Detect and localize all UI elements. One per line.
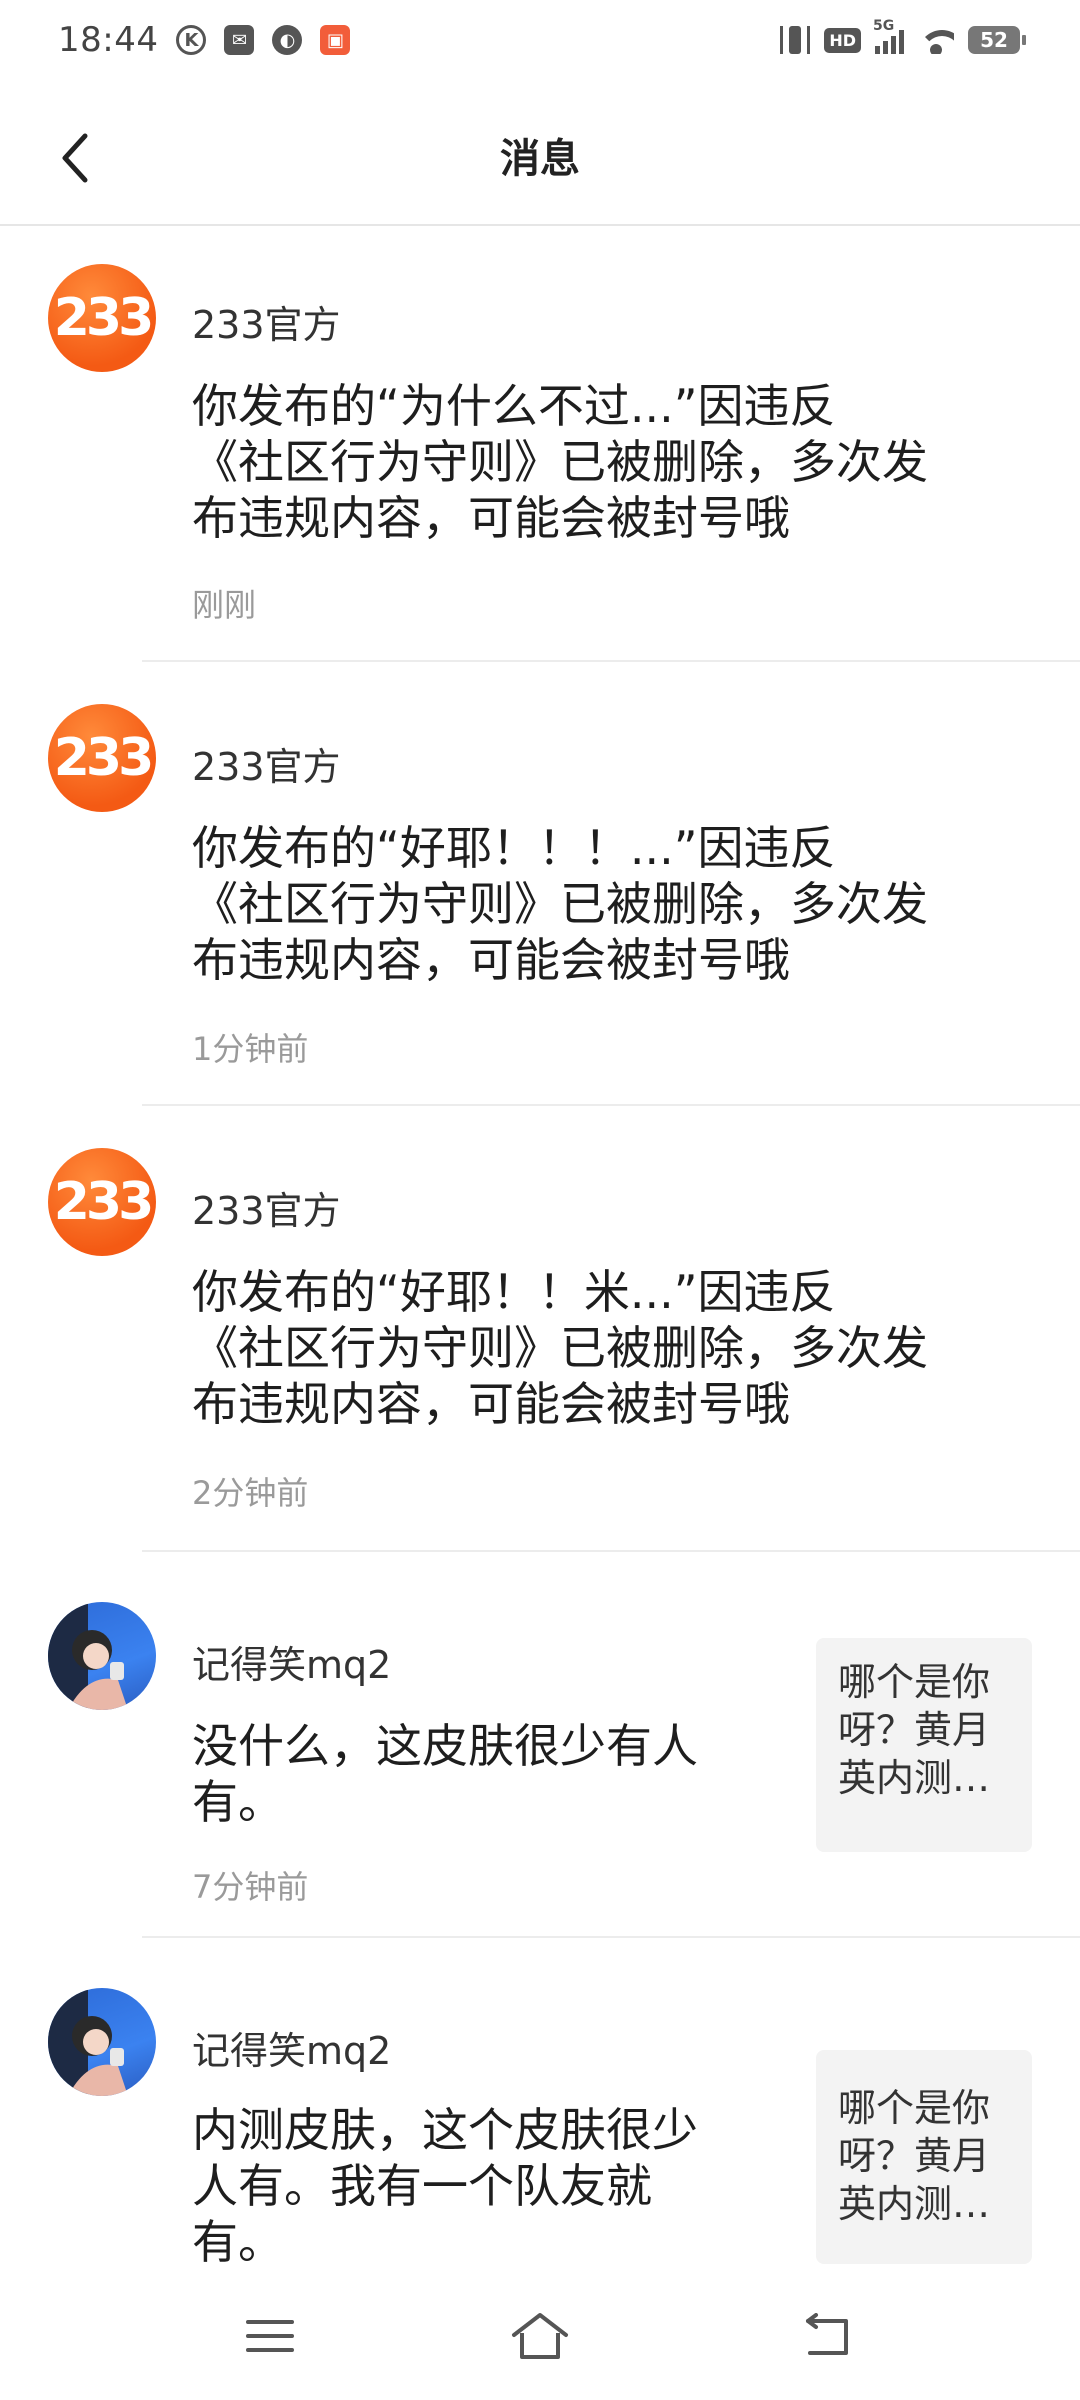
mail-icon: ✉	[224, 25, 255, 55]
message-line: 布违规内容，可能会被封号哦	[192, 1377, 790, 1431]
message-line: 《社区行为守则》已被删除，多次发	[192, 435, 928, 489]
network-type-label: 5G	[873, 18, 895, 34]
system-nav-bar	[0, 2272, 1080, 2400]
quoted-post-card[interactable]: 哪个是你 呀？黄月 英内测…	[816, 1638, 1032, 1852]
official-avatar[interactable]: 233	[48, 1148, 156, 1256]
sender-name: 记得笑mq2	[192, 1643, 392, 1687]
compass-icon: ◐	[272, 25, 303, 55]
message-content: 没什么，这皮肤很少有人 有。	[192, 1718, 698, 1830]
sender-name: 233官方	[192, 745, 341, 789]
message-line: 内测皮肤，这个皮肤很少	[192, 2103, 698, 2157]
status-left: 18:44 K ✉ ◐ ▣	[58, 20, 351, 60]
message-line: 没什么，这皮肤很少有人	[192, 1719, 698, 1773]
message-line: 你发布的“好耶！！米...”因违反	[192, 1265, 836, 1319]
return-icon	[806, 2313, 848, 2355]
message-item[interactable]: 233 233官方 你发布的“好耶！！米...”因违反 《社区行为守则》已被删除…	[0, 1106, 1080, 1552]
sender-name: 233官方	[192, 1189, 341, 1233]
status-right: HD 5G 52	[780, 18, 1026, 54]
message-time: 2分钟前	[192, 1474, 309, 1512]
message-content: 你发布的“为什么不过...”因违反 《社区行为守则》已被删除，多次发 布违规内容…	[192, 378, 928, 546]
home-button[interactable]	[500, 2300, 580, 2372]
quoted-post-card[interactable]: 哪个是你 呀？黄月 英内测…	[816, 2050, 1032, 2264]
message-line: 你发布的“为什么不过...”因违反	[192, 379, 836, 433]
message-line: 你发布的“好耶！！！...”因违反	[192, 821, 836, 875]
app-notification-icon: ▣	[320, 25, 351, 55]
hd-icon: HD	[824, 27, 861, 53]
message-time: 刚刚	[192, 586, 257, 624]
message-content: 内测皮肤，这个皮肤很少 人有。我有一个队友就 有。	[192, 2102, 698, 2270]
page-title: 消息	[500, 136, 580, 182]
message-item[interactable]: 记得笑mq2 内测皮肤，这个皮肤很少 人有。我有一个队友就 有。 哪个是你 呀？…	[0, 1938, 1080, 2298]
message-content: 你发布的“好耶！！！...”因违反 《社区行为守则》已被删除，多次发 布违规内容…	[192, 820, 928, 988]
wifi-icon	[918, 26, 954, 54]
quote-line: 哪个是你	[838, 2086, 991, 2130]
status-bar: 18:44 K ✉ ◐ ▣ HD 5G 52	[0, 0, 1080, 80]
avatar-logo-text: 233	[53, 288, 155, 348]
quote-line: 哪个是你	[838, 1660, 991, 1704]
message-line: 有。	[192, 1775, 284, 1829]
message-list: 233 233官方 你发布的“为什么不过...”因违反 《社区行为守则》已被删除…	[0, 228, 1080, 2298]
message-time: 1分钟前	[192, 1030, 309, 1068]
avatar-logo-text: 233	[53, 728, 155, 788]
message-line: 人有。我有一个队友就	[192, 2159, 652, 2213]
sender-name: 记得笑mq2	[192, 2029, 392, 2073]
user-avatar[interactable]	[48, 1602, 156, 1710]
home-icon	[512, 2313, 568, 2359]
message-line: 《社区行为守则》已被删除，多次发	[192, 877, 928, 931]
menu-icon	[246, 2320, 294, 2352]
header-bar: 消息	[0, 96, 1080, 226]
avatar-logo-text: 233	[53, 1172, 155, 1232]
messages-screen: 18:44 K ✉ ◐ ▣ HD 5G 52 消息 233 233官方 你发布的…	[0, 0, 1080, 2400]
menu-button[interactable]	[230, 2300, 310, 2372]
signal-icon: 5G	[873, 18, 904, 54]
message-line: 有。	[192, 2215, 284, 2269]
battery-icon: 52	[968, 26, 1026, 54]
official-avatar[interactable]: 233	[48, 704, 156, 812]
quote-line: 英内测…	[838, 1756, 991, 1800]
official-avatar[interactable]: 233	[48, 264, 156, 372]
user-avatar[interactable]	[48, 1988, 156, 2096]
message-line: 布违规内容，可能会被封号哦	[192, 933, 790, 987]
message-time: 7分钟前	[192, 1868, 309, 1906]
message-line: 布违规内容，可能会被封号哦	[192, 491, 790, 545]
back-nav-button[interactable]	[786, 2300, 866, 2372]
message-content: 你发布的“好耶！！米...”因违反 《社区行为守则》已被删除，多次发 布违规内容…	[192, 1264, 928, 1432]
message-item[interactable]: 记得笑mq2 没什么，这皮肤很少有人 有。 7分钟前 哪个是你 呀？黄月 英内测…	[0, 1552, 1080, 1938]
vibrate-icon	[780, 26, 811, 54]
avatar-image	[48, 1602, 128, 1710]
message-item[interactable]: 233 233官方 你发布的“为什么不过...”因违反 《社区行为守则》已被删除…	[0, 228, 1080, 662]
message-item[interactable]: 233 233官方 你发布的“好耶！！！...”因违反 《社区行为守则》已被删除…	[0, 662, 1080, 1106]
quote-line: 呀？黄月	[838, 1708, 991, 1752]
quote-line: 呀？黄月	[838, 2134, 991, 2178]
status-time: 18:44	[58, 20, 159, 60]
quote-line: 英内测…	[838, 2182, 991, 2226]
avatar-image	[48, 1988, 128, 2096]
sender-name: 233官方	[192, 303, 341, 347]
k-app-icon: K	[176, 25, 207, 55]
message-line: 《社区行为守则》已被删除，多次发	[192, 1321, 928, 1375]
